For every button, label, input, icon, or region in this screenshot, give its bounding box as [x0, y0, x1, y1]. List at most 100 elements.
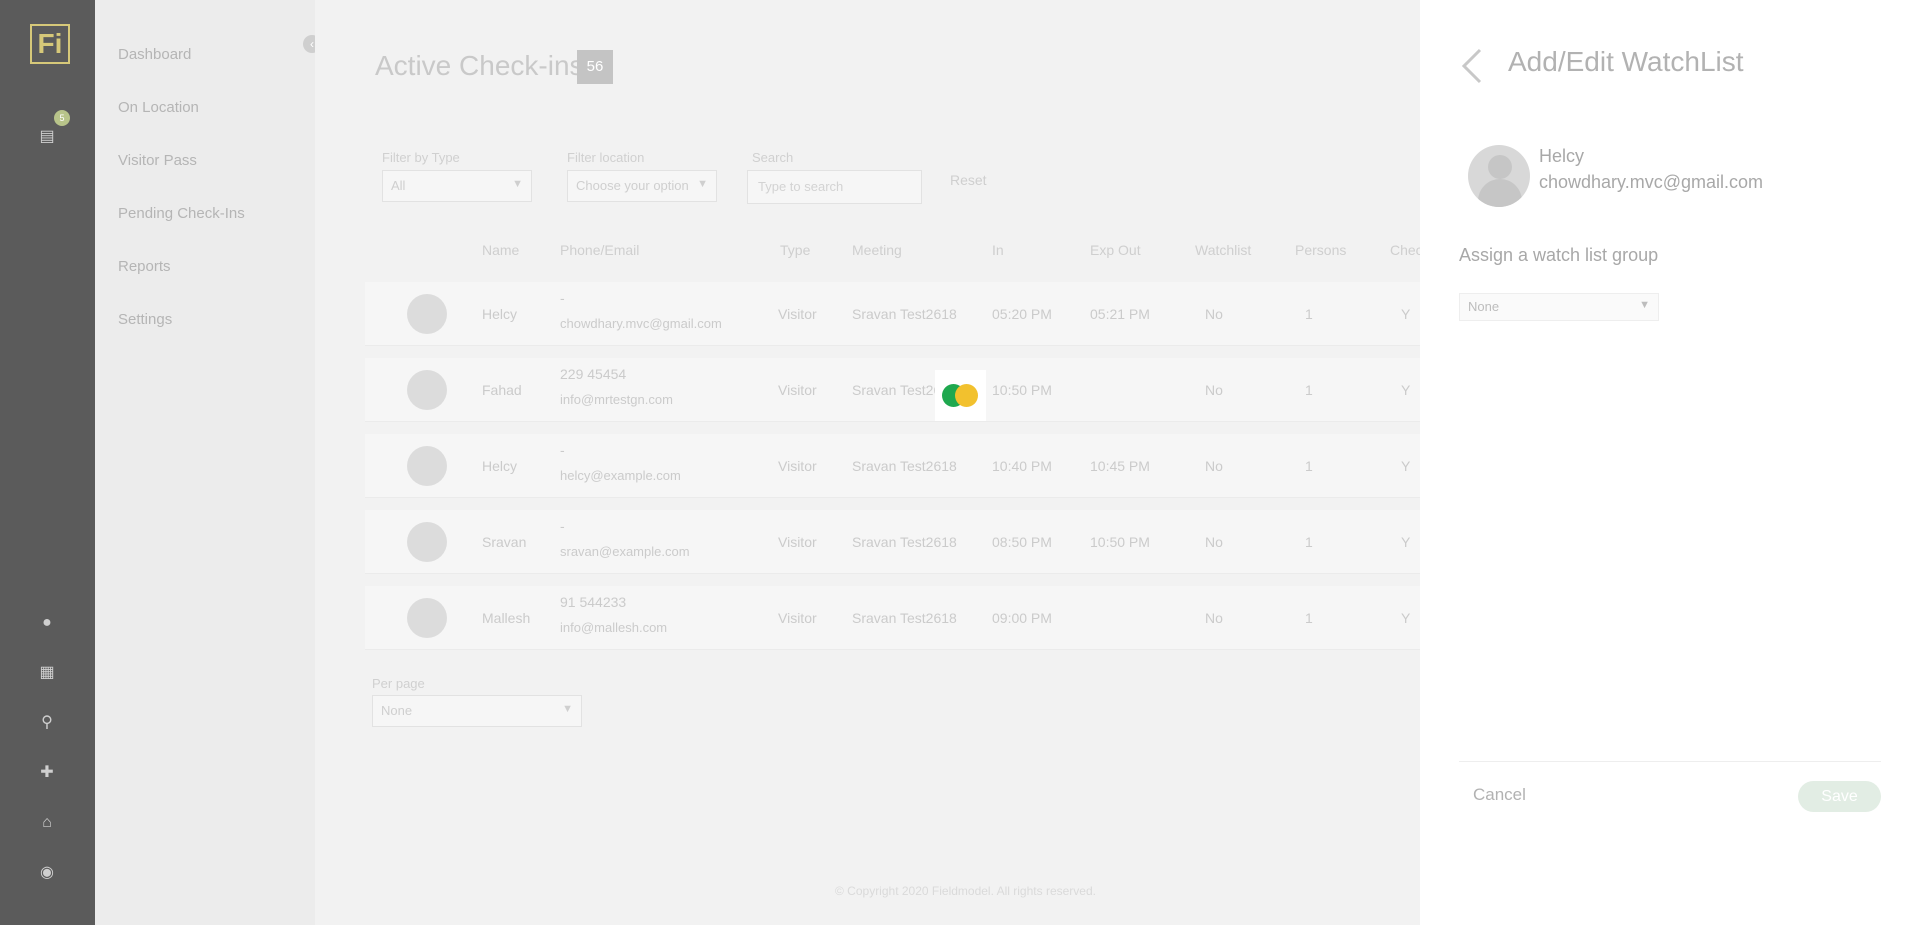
- grid-icon[interactable]: ▦: [38, 664, 56, 682]
- avatar: [1468, 145, 1530, 207]
- visitors-icon[interactable]: ▤: [38, 128, 56, 146]
- row-type: Visitor: [778, 534, 817, 550]
- table-row[interactable]: Mallesh 91 544233 info@mallesh.com Visit…: [365, 586, 1425, 650]
- row-meeting: Sravan Test2618: [852, 610, 957, 626]
- avatar: [407, 446, 447, 486]
- filter-type-value: All: [391, 178, 406, 193]
- row-email: info@mrtestgn.com: [560, 392, 673, 407]
- add-user-icon[interactable]: ✚: [38, 764, 56, 782]
- filter-location-select[interactable]: Choose your option ▼: [567, 170, 717, 202]
- row-meeting: Sravan Test2618: [852, 458, 957, 474]
- nav-item-settings[interactable]: Settings: [118, 311, 172, 328]
- back-arrow-icon[interactable]: [1458, 48, 1486, 84]
- building-icon[interactable]: ⌂: [38, 814, 56, 832]
- nav-item-visitor-pass[interactable]: Visitor Pass: [118, 152, 197, 169]
- filter-type-select[interactable]: All ▼: [382, 170, 532, 202]
- row-check: Y: [1401, 610, 1411, 626]
- cancel-button[interactable]: Cancel: [1473, 785, 1526, 805]
- assign-group-label: Assign a watch list group: [1459, 245, 1659, 265]
- row-type: Visitor: [778, 610, 817, 626]
- row-type: Visitor: [778, 458, 817, 474]
- nav-item-dashboard[interactable]: Dashboard: [118, 46, 191, 63]
- row-phone: 91 544233: [560, 594, 627, 610]
- app-logo[interactable]: Fi: [30, 24, 70, 64]
- filter-location-label: Filter location: [567, 150, 645, 165]
- reset-button[interactable]: Reset: [950, 172, 987, 188]
- nav-item-on-location[interactable]: On Location: [118, 99, 199, 116]
- row-phone: -: [560, 290, 565, 306]
- row-in: 05:20 PM: [992, 306, 1052, 322]
- notification-badge: 5: [54, 110, 70, 126]
- column-header-persons[interactable]: Persons: [1295, 242, 1346, 258]
- nav-item-reports[interactable]: Reports: [118, 258, 171, 275]
- row-name: Mallesh: [482, 610, 531, 626]
- row-exp-out: 05:21 PM: [1090, 306, 1150, 322]
- per-page-label: Per page: [372, 676, 425, 691]
- column-header-exp-out[interactable]: Exp Out: [1090, 242, 1141, 258]
- checkin-count-badge: 56: [577, 50, 613, 84]
- column-header-meeting[interactable]: Meeting: [852, 242, 902, 258]
- chevron-down-icon: ▼: [1639, 299, 1650, 311]
- row-persons: 1: [1305, 306, 1313, 322]
- row-check: Y: [1401, 534, 1411, 550]
- loader-yellow-dot: [955, 384, 978, 407]
- column-header-in[interactable]: In: [992, 242, 1004, 258]
- row-exp-out: 10:50 PM: [1090, 534, 1150, 550]
- column-header-name[interactable]: Name: [482, 242, 519, 258]
- filter-location-value: Choose your option: [576, 178, 689, 193]
- person-name: Helcy: [1539, 146, 1585, 166]
- watchlist-group-value: None: [1468, 299, 1500, 314]
- table-row[interactable]: Helcy - helcy@example.com Visitor Sravan…: [365, 434, 1425, 498]
- column-header-phone-email[interactable]: Phone/Email: [560, 242, 639, 258]
- icon-rail: Fi ▤ 5 ● ▦ ⚲ ✚ ⌂ ◉: [0, 0, 95, 925]
- avatar-head: [1488, 155, 1512, 179]
- table-row[interactable]: Fahad 229 45454 info@mrtestgn.com Visito…: [365, 358, 1425, 422]
- loading-spinner: [935, 370, 986, 421]
- per-page-select[interactable]: None ▼: [372, 695, 582, 727]
- chevron-down-icon: ▼: [512, 178, 523, 190]
- row-meeting: Sravan Test2618: [852, 534, 957, 550]
- page-title: Active Check-ins: [375, 50, 584, 81]
- row-watchlist: No: [1205, 306, 1223, 322]
- row-watchlist: No: [1205, 610, 1223, 626]
- main-content: Active Check-ins 56 Filter by Type All ▼…: [315, 0, 1425, 925]
- table-row[interactable]: Sravan - sravan@example.com Visitor Srav…: [365, 510, 1425, 574]
- row-persons: 1: [1305, 458, 1313, 474]
- row-exp-out: 10:45 PM: [1090, 458, 1150, 474]
- row-type: Visitor: [778, 382, 817, 398]
- search-input[interactable]: Type to search: [747, 170, 922, 204]
- row-in: 10:40 PM: [992, 458, 1052, 474]
- chevron-down-icon: ▼: [562, 703, 573, 715]
- nav-item-pending-check-ins[interactable]: Pending Check-Ins: [118, 205, 245, 222]
- watchlist-group-select[interactable]: None ▼: [1459, 293, 1659, 321]
- row-phone: -: [560, 518, 565, 534]
- bell-icon[interactable]: ●: [38, 614, 56, 632]
- row-watchlist: No: [1205, 534, 1223, 550]
- row-in: 09:00 PM: [992, 610, 1052, 626]
- row-persons: 1: [1305, 534, 1313, 550]
- footer-copyright: © Copyright 2020 Fieldmodel. All rights …: [835, 884, 1096, 898]
- row-email: sravan@example.com: [560, 544, 690, 559]
- row-name: Helcy: [482, 458, 518, 474]
- avatar: [407, 598, 447, 638]
- row-email: helcy@example.com: [560, 468, 681, 483]
- row-watchlist: No: [1205, 458, 1223, 474]
- per-page-value: None: [381, 703, 413, 718]
- avatar-torso: [1478, 179, 1522, 207]
- save-button[interactable]: Save: [1798, 781, 1881, 812]
- search-label: Search: [752, 150, 794, 165]
- row-type: Visitor: [778, 306, 817, 322]
- row-persons: 1: [1305, 610, 1313, 626]
- column-header-type[interactable]: Type: [780, 242, 810, 258]
- row-name: Helcy: [482, 306, 518, 322]
- account-icon[interactable]: ◉: [38, 864, 56, 882]
- column-header-watchlist[interactable]: Watchlist: [1195, 242, 1251, 258]
- row-check: Y: [1401, 382, 1411, 398]
- avatar: [407, 370, 447, 410]
- row-persons: 1: [1305, 382, 1313, 398]
- row-name: Sravan: [482, 534, 527, 550]
- row-check: Y: [1401, 306, 1411, 322]
- org-chart-icon[interactable]: ⚲: [38, 714, 56, 732]
- column-header-check[interactable]: Chec: [1390, 242, 1423, 258]
- table-row[interactable]: Helcy - chowdhary.mvc@gmail.com Visitor …: [365, 282, 1425, 346]
